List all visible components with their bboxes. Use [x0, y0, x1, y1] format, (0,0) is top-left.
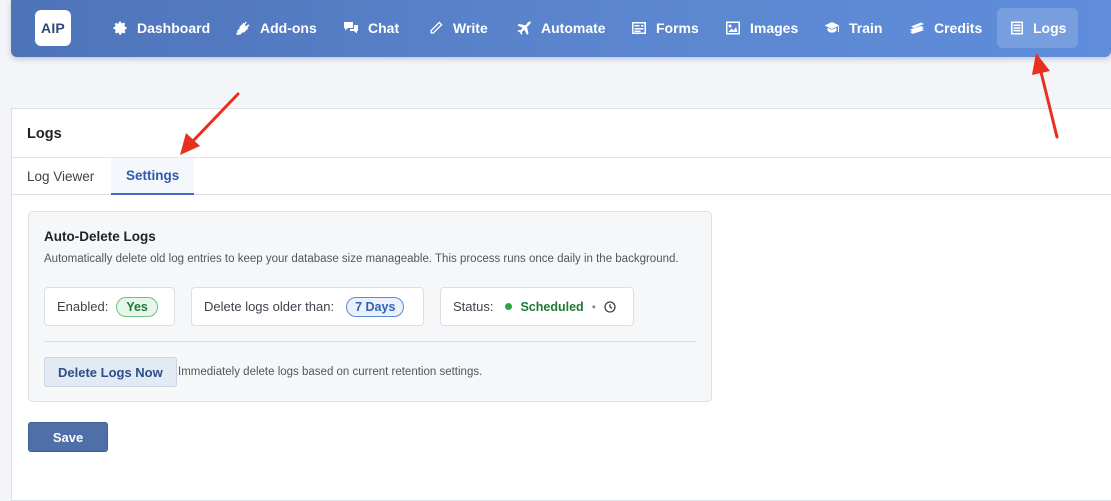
nav-label: Chat: [368, 20, 400, 36]
enabled-label: Enabled:: [57, 299, 109, 314]
money-stack-icon: [908, 19, 926, 37]
auto-delete-settings-box: Auto-Delete Logs Automatically delete ol…: [28, 211, 712, 402]
list-icon: [1009, 19, 1025, 37]
section-divider: [44, 341, 696, 342]
status-label: Status:: [453, 299, 494, 314]
save-button[interactable]: Save: [28, 422, 108, 452]
enabled-card: Enabled: Yes: [44, 287, 175, 326]
logs-panel: Logs Log Viewer Settings Auto-Delete Log…: [11, 108, 1111, 501]
enabled-badge[interactable]: Yes: [116, 296, 158, 317]
image-icon: [724, 19, 742, 37]
nav-item-forms[interactable]: Forms: [618, 8, 711, 48]
delete-logs-note: Immediately delete logs based on current…: [178, 366, 483, 378]
nav-label: Write: [453, 20, 488, 36]
plug-icon: [234, 19, 252, 37]
airplane-icon: [515, 19, 533, 37]
separator-dot: •: [591, 299, 596, 314]
nav-item-dashboard[interactable]: Dashboard: [99, 8, 222, 48]
section-description: Automatically delete old log entries to …: [44, 253, 679, 265]
nav-item-automate[interactable]: Automate: [503, 8, 618, 48]
nav-label: Dashboard: [137, 20, 211, 36]
retention-label: Delete logs older than:: [204, 299, 335, 314]
nav-item-chat[interactable]: Chat: [330, 8, 411, 48]
gear-icon: [111, 19, 129, 37]
nav-label: Forms: [656, 20, 699, 36]
nav-label: Add-ons: [260, 20, 317, 36]
nav-label: Credits: [934, 20, 983, 36]
graduation-cap-icon: [823, 19, 841, 37]
nav-item-credits[interactable]: Credits: [896, 8, 994, 48]
retention-card: Delete logs older than: 7 Days: [191, 287, 424, 326]
delete-logs-now-button[interactable]: Delete Logs Now: [44, 357, 177, 387]
app-logo[interactable]: AIP: [35, 10, 71, 46]
chat-bubbles-icon: [342, 19, 360, 37]
top-navigation-bar: AIP Dashboard Add-ons Chat Write Automat…: [11, 0, 1111, 57]
tab-settings[interactable]: Settings: [111, 158, 195, 195]
status-dot-icon: [505, 303, 513, 310]
form-icon: [630, 19, 648, 37]
page-title: Logs: [27, 126, 62, 142]
tab-bar: Log Viewer Settings: [12, 158, 1111, 195]
nav-item-add-ons[interactable]: Add-ons: [222, 8, 329, 48]
section-title: Auto-Delete Logs: [44, 229, 156, 244]
nav-label: Images: [750, 20, 799, 36]
nav-item-train[interactable]: Train: [811, 8, 894, 48]
clock-icon: [604, 300, 616, 313]
status-value: Scheduled: [520, 299, 584, 314]
retention-badge[interactable]: 7 Days: [346, 296, 405, 317]
nav-item-logs[interactable]: Logs: [997, 8, 1078, 48]
nav-item-images[interactable]: Images: [712, 8, 810, 48]
tab-log-viewer[interactable]: Log Viewer: [12, 158, 109, 195]
nav-label: Logs: [1033, 20, 1067, 36]
nav-label: Automate: [541, 20, 606, 36]
nav-label: Train: [849, 20, 883, 36]
pencil-icon: [427, 19, 445, 37]
status-card: Status: Scheduled •: [440, 287, 634, 326]
nav-item-write[interactable]: Write: [415, 8, 500, 48]
